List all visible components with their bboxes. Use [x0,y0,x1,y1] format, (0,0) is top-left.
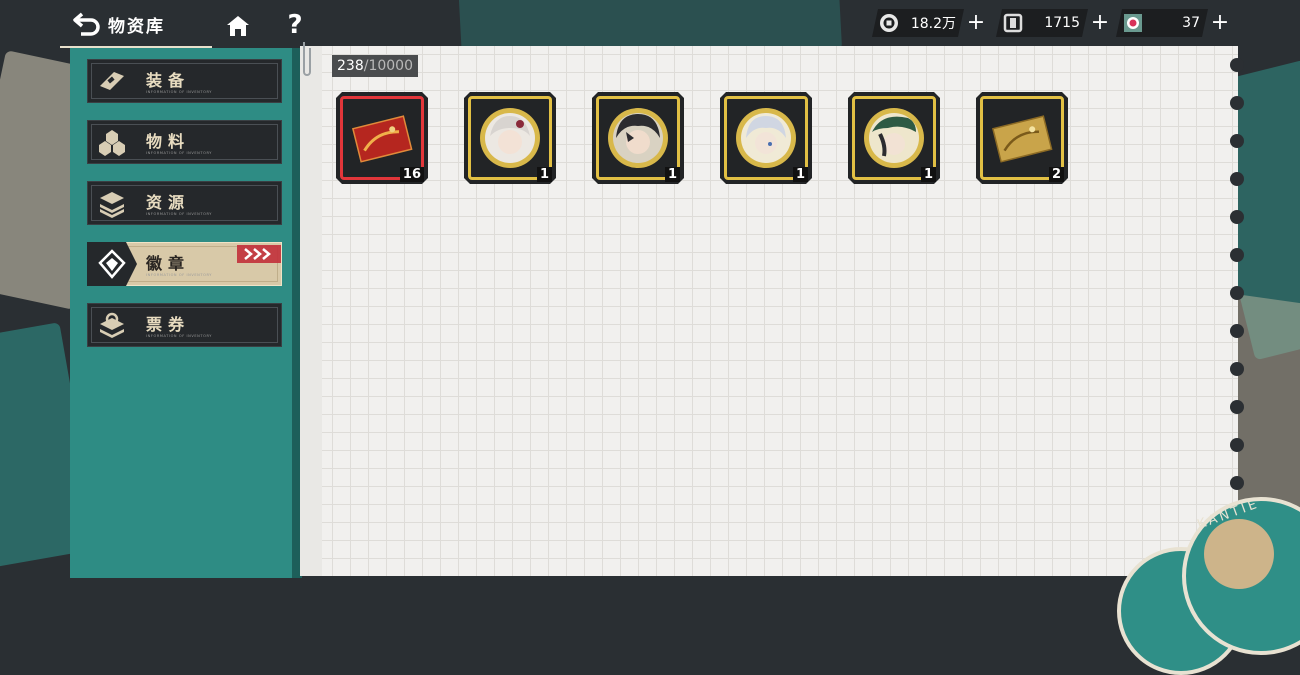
resource-pill: 18.2万 [872,9,964,37]
resource-coin: 18.2万 + [872,9,988,37]
resource-stamina: 37 + [1116,9,1232,37]
coin-icon [878,12,900,34]
tab-label: 物料 [146,132,191,151]
currency-value: 1715 [1044,15,1080,31]
item-quantity: 1 [664,167,680,182]
tickets-icon [100,312,124,338]
tab-sublabel: INFORMATION OF INVENTORY [146,90,213,94]
back-arrow-icon [73,12,100,36]
resource-currency: 1715 + [996,9,1112,37]
inventory-capacity: /10000 [363,58,413,74]
resource-pill: 1715 [996,9,1088,37]
character-badge-icon [480,108,540,168]
hole [1230,58,1244,72]
resource-pill: 37 [1116,9,1208,37]
hole [1230,210,1244,224]
coin-value: 18.2万 [910,16,956,32]
tab-badges[interactable]: 徽章 INFORMATION OF INVENTORY [87,242,282,286]
badge-icon [98,249,126,279]
item-quantity: 2 [1048,167,1064,182]
resources-icon [100,192,124,218]
item-quantity: 1 [792,167,808,182]
inventory-item-badge[interactable]: 1 [720,92,812,184]
tab-resources[interactable]: 资源 INFORMATION OF INVENTORY [87,181,282,225]
tab-label: 票券 [146,315,191,334]
item-quantity: 1 [920,167,936,182]
hole [1230,134,1244,148]
tab-materials[interactable]: 物料 INFORMATION OF INVENTORY [87,120,282,164]
tab-sublabel: INFORMATION OF INVENTORY [146,212,213,216]
tab-tickets[interactable]: 票券 INFORMATION OF INVENTORY [87,303,282,347]
notebook-holes [1230,58,1244,568]
hole [1230,476,1244,490]
help-button[interactable]: ? [280,8,310,42]
hole [1230,438,1244,452]
tab-sublabel: INFORMATION OF INVENTORY [146,334,213,338]
hole [1230,286,1244,300]
stamina-value: 37 [1182,15,1200,31]
hole [1230,248,1244,262]
tab-label: 资源 [146,193,191,212]
target-ticket-icon [1122,12,1144,34]
home-icon[interactable] [224,12,252,40]
hole [1230,172,1244,186]
red-envelope-icon [351,115,413,163]
paper-clip-icon [303,42,311,76]
top-bar: 物资库 ? 18.2万 + 1715 + 37 + [0,0,1300,48]
inventory-counter: 238/10000 [332,55,418,77]
inventory-item-red-envelope[interactable]: 16 [336,92,428,184]
equipment-icon [100,72,124,90]
square-gem-icon [1002,12,1024,34]
tab-sublabel: INFORMATION OF INVENTORY [146,273,213,277]
item-quantity: 1 [536,167,552,182]
inventory-item-badge[interactable]: 1 [464,92,556,184]
gold-envelope-icon [991,115,1053,163]
materials-icon [99,130,125,156]
inventory-count: 238 [337,58,364,74]
character-badge-icon [608,108,668,168]
hole [1230,96,1244,110]
back-button[interactable]: 物资库 [72,10,165,38]
add-coin-button[interactable]: + [964,9,988,37]
character-badge-icon [736,108,796,168]
category-sidebar: 装备 INFORMATION OF INVENTORY 物料 INFORMATI… [70,48,298,578]
tab-label: 装备 [146,71,191,90]
hole [1230,400,1244,414]
character-badge-icon [864,108,924,168]
tab-label: 徽章 [146,254,191,273]
tab-sublabel: INFORMATION OF INVENTORY [146,151,213,155]
inventory-item-badge[interactable]: 1 [848,92,940,184]
inventory-item-gold-envelope[interactable]: 2 [976,92,1068,184]
chevrons-icon [237,245,281,263]
inventory-item-badge[interactable]: 1 [592,92,684,184]
hole [1230,362,1244,376]
tab-equipment[interactable]: 装备 INFORMATION OF INVENTORY [87,59,282,103]
hole [1230,324,1244,338]
add-stamina-button[interactable]: + [1208,9,1232,37]
add-currency-button[interactable]: + [1088,9,1112,37]
emblem-center [1204,519,1274,589]
page-title: 物资库 [108,16,165,37]
item-quantity: 16 [399,167,424,182]
